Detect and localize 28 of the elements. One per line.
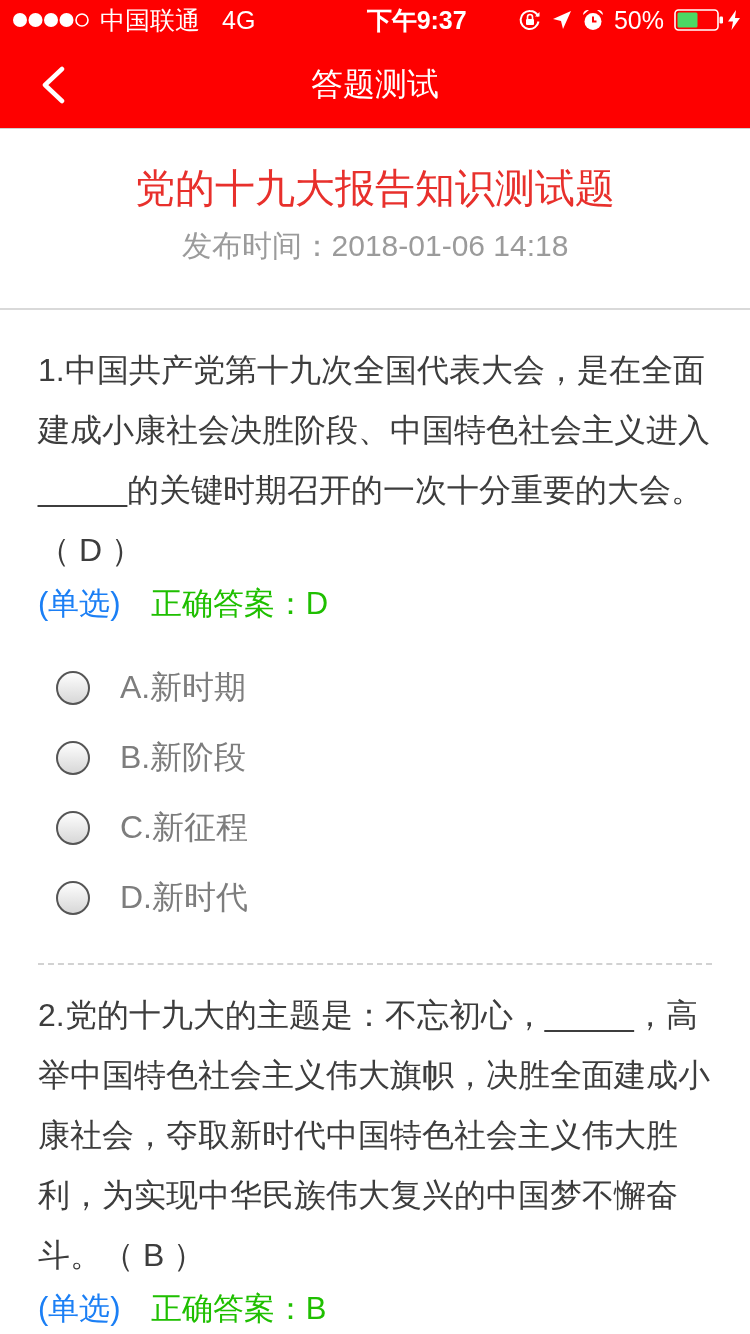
radio-button-icon[interactable] [56, 741, 90, 775]
option-label[interactable]: B.新阶段 [120, 736, 247, 780]
radio-button-icon[interactable] [56, 671, 90, 705]
network-type: 4G [222, 5, 256, 35]
battery-percent: 50% [613, 5, 664, 35]
charging-bolt-icon [728, 10, 740, 30]
option-label[interactable]: D.新时代 [120, 876, 248, 920]
correct-answer: 正确答案：D [150, 585, 329, 623]
option-label[interactable]: C.新征程 [120, 806, 248, 850]
signal-dots-icon [12, 12, 90, 28]
question-text: 2.党的十九大的主题是：不忘初心，_____，高举中国特色社会主义伟大旗帜，决胜全面建成小康社会，夺取新时代中国特色社会主义伟大胜利，为实现中华民族伟大复兴的中国梦不懈奋斗。（ B ） [38, 996, 711, 1275]
publish-time: 发布时间：2018-01-06 14:18 [181, 228, 569, 264]
status-time: 下午9:37 [366, 5, 467, 35]
question-type: (单选) [38, 585, 121, 623]
rotation-lock-icon [517, 8, 542, 32]
radio-button-icon[interactable] [56, 881, 90, 915]
alarm-clock-icon [581, 9, 604, 31]
nav-title: 答题测试 [311, 65, 439, 104]
question-type: (单选) [38, 1290, 121, 1328]
correct-answer: 正确答案：B [150, 1290, 327, 1328]
location-arrow-icon [551, 10, 572, 30]
back-chevron-icon [41, 66, 65, 104]
radio-button-icon[interactable] [56, 811, 90, 845]
battery-icon [674, 9, 724, 31]
quiz-title: 党的十九大报告知识测试题 [135, 165, 615, 212]
question-text: 1.中国共产党第十九次全国代表大会，是在全面建成小康社会决胜阶段、中国特色社会主义进入_____的关键时期召开的一次十分重要的大会。（ D ） [38, 351, 711, 570]
carrier-name: 中国联通 [100, 5, 200, 35]
option-label[interactable]: A.新时期 [120, 666, 247, 710]
